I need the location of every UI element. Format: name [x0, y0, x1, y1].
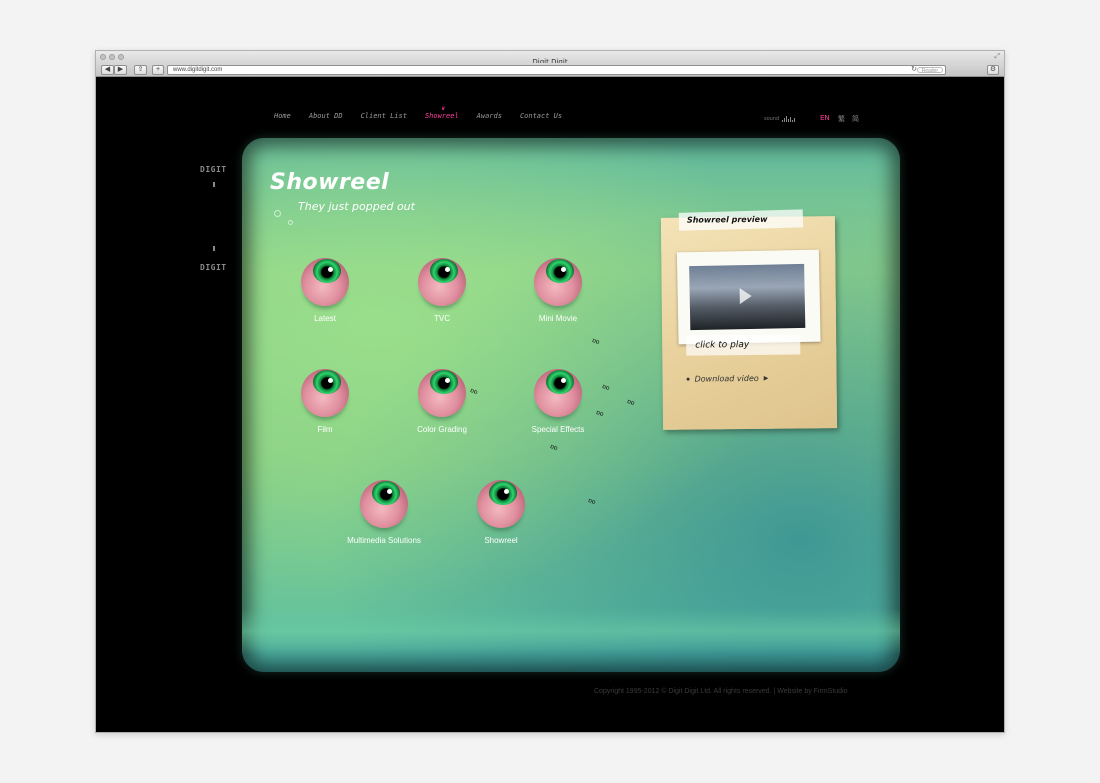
share-icon: ⇪ — [137, 66, 144, 73]
side-divider-bottom — [213, 246, 215, 251]
category-multimedia-solutions[interactable]: Multimedia Solutions — [334, 480, 434, 545]
download-label: Download video — [694, 373, 759, 384]
category-label: Special Effects — [531, 425, 585, 434]
page-title: Showreel — [270, 170, 390, 195]
eyeball-icon — [301, 369, 349, 417]
crown-icon: ♛ — [440, 105, 445, 112]
category-showreel[interactable]: Showreel — [451, 480, 551, 545]
bubble-decoration — [274, 210, 281, 217]
eyeball-icon — [477, 480, 525, 528]
category-mini-movie[interactable]: Mini Movie — [508, 258, 608, 323]
category-tvc[interactable]: TVC — [392, 258, 492, 323]
preview-photo-frame[interactable] — [676, 249, 821, 345]
screen-scanline — [242, 608, 900, 654]
eyeball-icon — [534, 369, 582, 417]
category-label: Film — [317, 425, 333, 434]
nav-item-home[interactable]: Home — [274, 112, 291, 120]
zoom-window-button[interactable] — [118, 54, 124, 60]
nav-item-awards[interactable]: Awards — [477, 112, 502, 120]
bullet-icon — [686, 377, 690, 381]
reader-button[interactable]: Reader — [916, 67, 943, 74]
address-bar[interactable]: www.digitdigit.com ↻ Reader — [167, 65, 946, 75]
nav-item-showreel-label: Showreel — [424, 112, 459, 120]
nav-item-showreel[interactable]: ♛ Showreel — [424, 105, 459, 120]
eyeball-icon — [360, 480, 408, 528]
category-label: Mini Movie — [538, 314, 578, 323]
forward-button[interactable]: ▶ — [114, 65, 127, 75]
eyeball-icon — [418, 369, 466, 417]
browser-toolbar: ◀ ▶ ⇪ + www.digitdigit.com ↻ Reader ⚙ — [96, 63, 1004, 77]
sound-label: sound — [764, 116, 780, 122]
category-special-effects[interactable]: Special Effects — [508, 369, 608, 434]
lang-traditional[interactable]: 繁 — [838, 114, 845, 124]
play-icon — [739, 287, 752, 305]
lang-simplified[interactable]: 简 — [852, 114, 859, 124]
category-color-grading[interactable]: Color Grading — [392, 369, 492, 434]
fullscreen-icon[interactable]: ⤢ — [994, 53, 1000, 61]
showreel-preview-card: Showreel preview click to play Download … — [660, 209, 838, 430]
url-text: www.digitdigit.com — [173, 67, 223, 73]
share-button[interactable]: ⇪ — [134, 65, 147, 75]
category-latest[interactable]: Latest — [275, 258, 375, 323]
category-label: Multimedia Solutions — [347, 536, 421, 545]
download-video-link[interactable]: Download video ▶ — [686, 373, 769, 384]
sound-toggle[interactable]: sound — [764, 116, 796, 122]
forward-arrow-icon: ▶ — [117, 66, 124, 73]
main-nav: Home About DD Client List ♛ Showreel Awar… — [274, 105, 580, 120]
eyeball-icon — [301, 258, 349, 306]
category-label: Color Grading — [417, 425, 467, 434]
footprint-decoration: ɒɒ — [549, 442, 559, 453]
nav-item-contact[interactable]: Contact Us — [520, 112, 562, 120]
plus-icon: + — [155, 66, 161, 73]
title-bar: Digit Digit ⤢ — [96, 51, 1004, 66]
eyeball-icon — [418, 258, 466, 306]
minimize-window-button[interactable] — [109, 54, 115, 60]
footprint-decoration: ɒɒ — [591, 336, 601, 347]
page-subtitle: They just popped out — [298, 200, 415, 213]
footprint-decoration: ɒɒ — [626, 397, 636, 408]
category-label: Latest — [314, 314, 336, 323]
arrow-right-icon: ▶ — [763, 374, 769, 382]
side-logo-bottom: DIGIT — [200, 263, 227, 272]
preview-title: Showreel preview — [686, 214, 768, 225]
side-logo-top: DIGIT — [200, 165, 227, 174]
add-bookmark-button[interactable]: + — [152, 65, 164, 75]
nav-item-about[interactable]: About DD — [309, 112, 343, 120]
video-thumbnail[interactable] — [689, 263, 806, 331]
eyeball-icon — [534, 258, 582, 306]
category-label: TVC — [434, 314, 450, 323]
back-button[interactable]: ◀ — [101, 65, 114, 75]
window-controls — [100, 54, 124, 60]
settings-button[interactable]: ⚙ — [987, 65, 999, 75]
side-divider-top — [213, 182, 215, 187]
back-arrow-icon: ◀ — [104, 66, 111, 73]
page-viewport: Home About DD Client List ♛ Showreel Awar… — [96, 78, 1004, 732]
click-to-play-label[interactable]: click to play — [695, 340, 749, 351]
lang-en[interactable]: EN — [820, 114, 830, 122]
footer-copyright: Copyright 1995-2012 © Digit Digit Ltd. A… — [594, 688, 848, 695]
close-window-button[interactable] — [100, 54, 106, 60]
category-film[interactable]: Film — [275, 369, 375, 434]
sound-bars-icon — [782, 116, 796, 122]
category-label: Showreel — [484, 536, 518, 545]
bubble-decoration — [288, 220, 293, 225]
gear-icon: ⚙ — [989, 66, 997, 73]
browser-window: Digit Digit ⤢ ◀ ▶ ⇪ + www.digitdigit.com… — [95, 50, 1005, 733]
nav-item-client-list[interactable]: Client List — [361, 112, 407, 120]
footprint-decoration: ɒɒ — [587, 496, 597, 507]
